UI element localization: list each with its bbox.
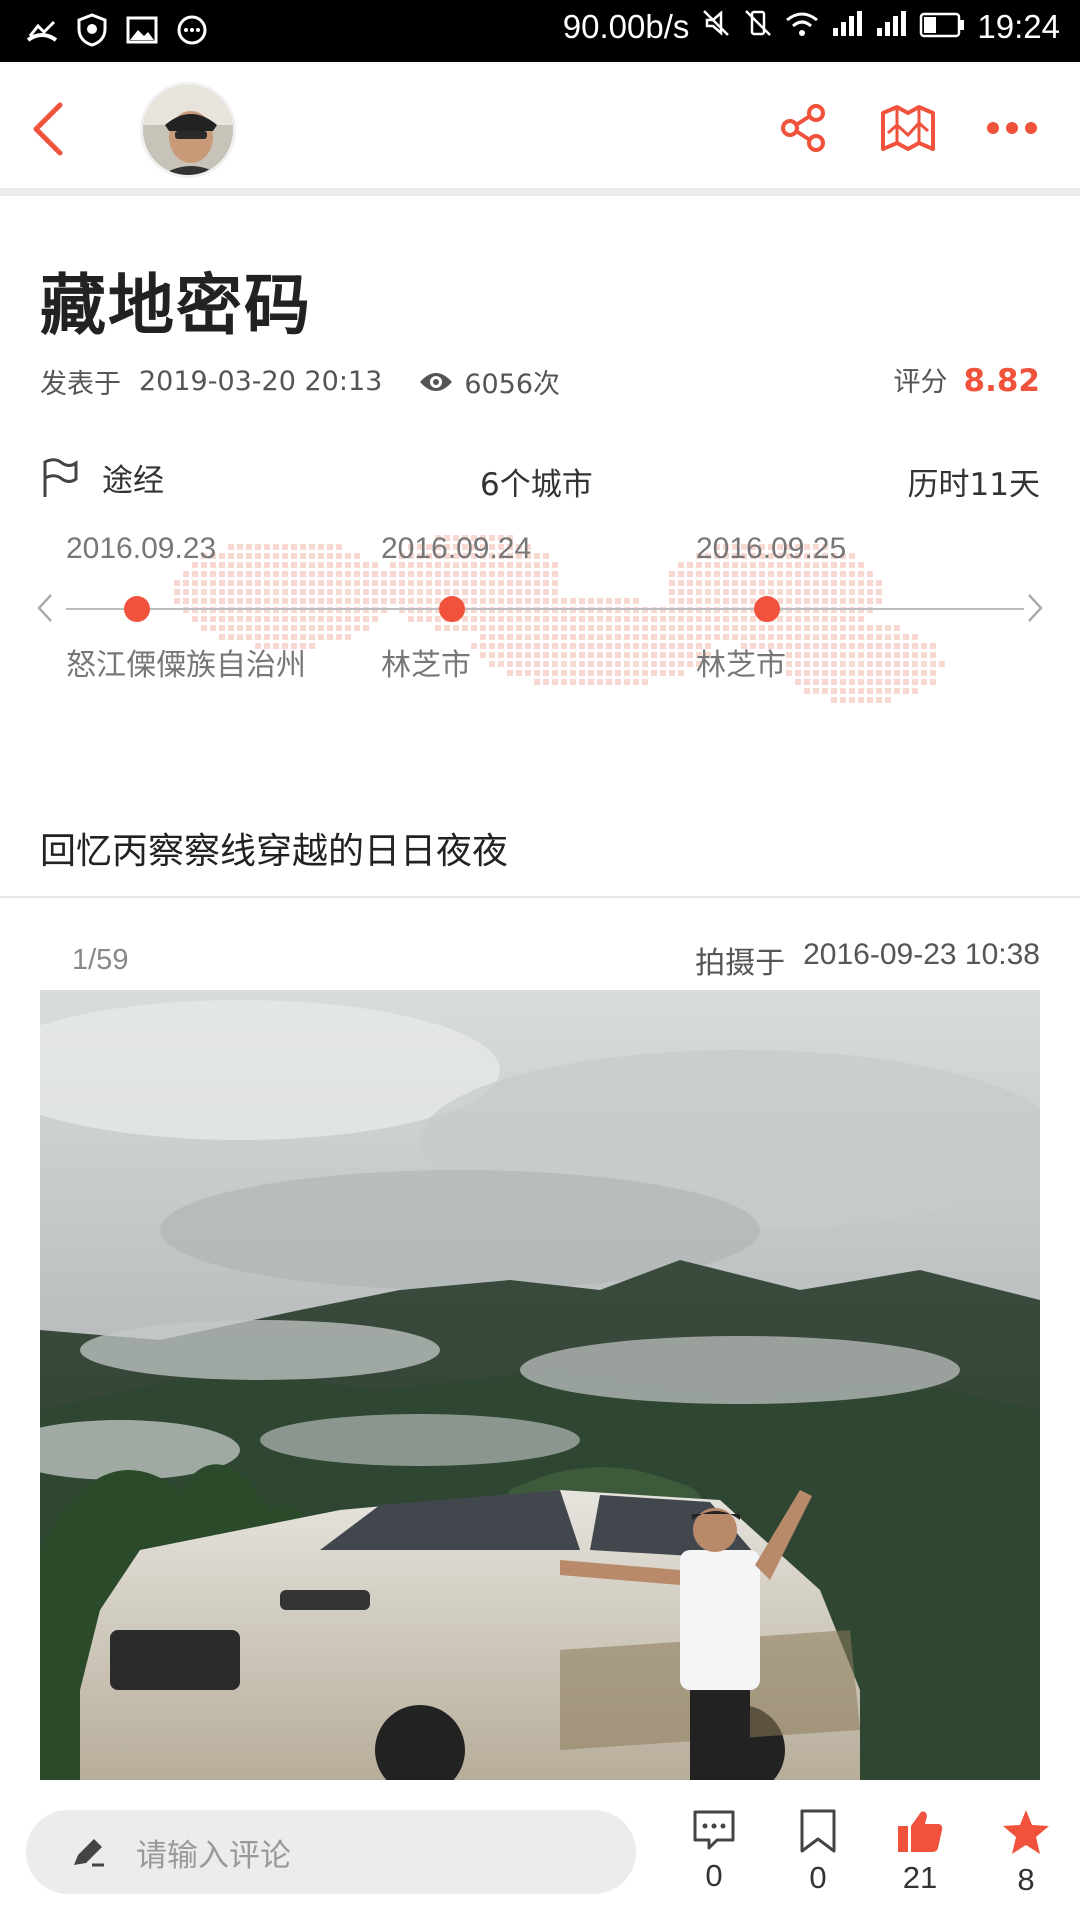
battery-icon: [919, 8, 965, 46]
photo-index: 1/59: [72, 944, 129, 976]
bottom-action-bar: 请输入评论 0 0 21 8: [0, 1780, 1080, 1920]
share-button[interactable]: [776, 100, 832, 156]
chevron-right-icon: [1028, 594, 1043, 622]
nav-bar: [0, 62, 1080, 196]
comments-count: 0: [705, 1858, 723, 1893]
bookmarks-count: 0: [809, 1860, 827, 1895]
stop-date: 2016.09.25: [696, 532, 847, 565]
article-meta: 发表于 2019-03-20 20:13 6056次: [40, 362, 560, 401]
stop-marker: [439, 596, 465, 622]
more-icon: [987, 122, 1037, 134]
chat-icon: [174, 12, 210, 48]
chevron-left-icon: [37, 594, 52, 622]
image-icon: [124, 12, 160, 48]
status-bar: 90.00b/s 19:24: [0, 0, 1080, 62]
comment-placeholder: 请输入评论: [136, 1837, 291, 1874]
route-label: 途经: [102, 463, 164, 499]
route-timeline[interactable]: 2016.09.23 怒江傈僳族自治州 2016.09.24 林芝市 2016.…: [30, 520, 1050, 720]
photo-taken-time: 拍摄于 2016-09-23 10:38: [695, 938, 1040, 982]
published-label: 发表于: [40, 369, 121, 400]
status-icons-right: 90.00b/s 19:24: [563, 8, 1060, 46]
missed-call-icon: [24, 12, 60, 48]
page-title: 藏地密码: [40, 267, 312, 344]
trip-duration: 历时11天: [907, 467, 1040, 503]
timeline-prev-button[interactable]: [30, 588, 60, 628]
photo-image: [40, 990, 1040, 1780]
taken-label: 拍摄于: [695, 946, 786, 981]
shield-icon: [74, 12, 110, 48]
more-button[interactable]: [984, 100, 1040, 156]
views-count: 6056次: [418, 362, 560, 401]
likes-count: 21: [902, 1860, 938, 1895]
signal-icon: [831, 8, 863, 46]
eye-icon: [420, 372, 453, 391]
stop-date: 2016.09.23: [66, 532, 217, 565]
stop-city: 林芝市: [696, 648, 786, 683]
stop-marker: [754, 596, 780, 622]
pencil-icon: [74, 1839, 104, 1867]
thumbs-up-icon: [898, 1811, 943, 1852]
comment-input[interactable]: 请输入评论: [26, 1810, 636, 1894]
views-text: 6056次: [464, 369, 561, 400]
chevron-left-icon: [33, 102, 63, 156]
comment-icon: [693, 1810, 735, 1850]
stop-date: 2016.09.24: [381, 532, 532, 565]
stop-city: 林芝市: [381, 648, 471, 683]
like-button[interactable]: 21: [880, 1808, 960, 1908]
nav-actions: [776, 100, 1040, 156]
taken-time: 2016-09-23 10:38: [803, 938, 1040, 971]
published-date: 2019-03-20 20:13: [139, 366, 383, 397]
stop-marker: [124, 596, 150, 622]
score-value: 8.82: [963, 363, 1041, 399]
article-subtitle: 回忆丙察察线穿越的日日夜夜: [40, 831, 509, 872]
network-speed: 90.00b/s: [562, 8, 690, 45]
mute-icon: [701, 8, 731, 46]
clock: 19:24: [977, 8, 1060, 45]
bookmark-button[interactable]: 0: [778, 1808, 858, 1908]
avatar-image: [143, 85, 233, 175]
divider: [0, 896, 1080, 898]
favorites-count: 8: [1017, 1862, 1035, 1897]
flag-icon: [43, 457, 78, 497]
star-icon: [1003, 1810, 1049, 1854]
vibrate-off-icon: [743, 8, 773, 46]
wifi-icon: [785, 8, 819, 46]
avatar[interactable]: [140, 82, 236, 178]
favorite-button[interactable]: 8: [986, 1808, 1066, 1908]
bookmark-icon: [800, 1809, 836, 1853]
travel-photo[interactable]: [40, 990, 1040, 1780]
map-icon: [881, 105, 935, 151]
timeline-next-button[interactable]: [1020, 588, 1050, 628]
signal-icon-2: [875, 8, 907, 46]
timeline-line: [66, 608, 1024, 610]
cities-count: 6个城市: [480, 467, 593, 503]
route-summary: 途经 6个城市 历时11天: [40, 455, 1040, 505]
back-button[interactable]: [18, 94, 78, 164]
share-icon: [781, 104, 825, 152]
map-button[interactable]: [880, 100, 936, 156]
route-label-group: 途经: [40, 455, 164, 500]
comments-button[interactable]: 0: [674, 1808, 754, 1908]
status-icons-left: [24, 12, 210, 48]
stop-city: 怒江傈僳族自治州: [66, 648, 306, 683]
rating: 评分 8.82: [894, 360, 1041, 399]
score-label: 评分: [893, 367, 948, 398]
